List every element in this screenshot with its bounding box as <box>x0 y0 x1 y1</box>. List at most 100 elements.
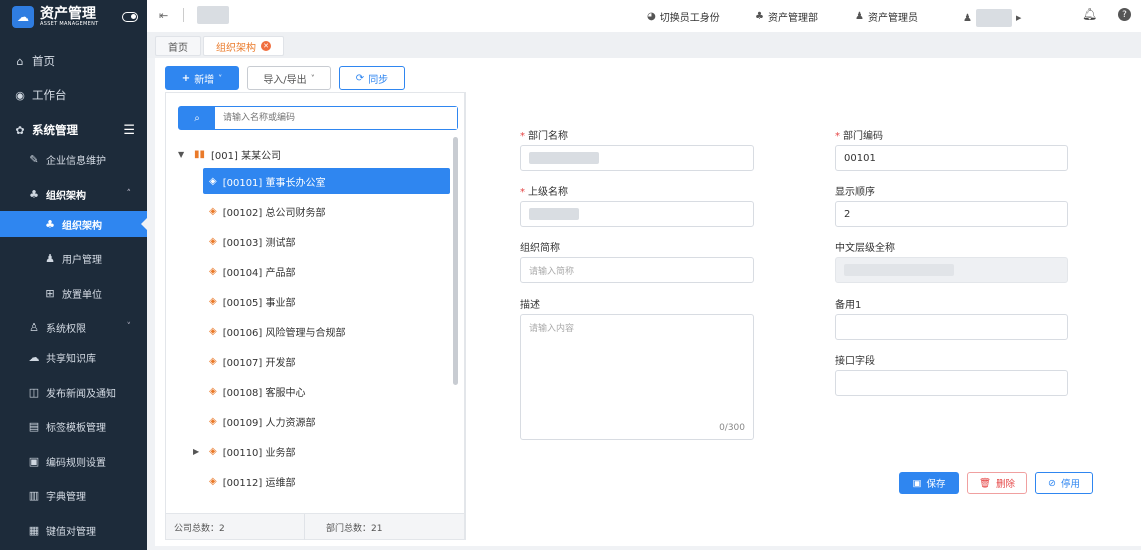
tab-home[interactable]: 首页 <box>155 36 201 56</box>
dict-icon: ▥ <box>28 488 40 502</box>
gear-icon: ✿ <box>15 123 25 137</box>
sidebar-item-code-rules[interactable]: ▣ 编码规则设置 <box>0 448 147 474</box>
layers-icon: ◈ <box>209 235 217 247</box>
chevron-down-icon: ˅ <box>218 73 223 83</box>
disable-button[interactable]: ⊘ 停用 <box>1035 472 1093 494</box>
top-header: ⇤ ◕ 切换员工身份 ♣ 资产管理部 ♟ 资产管理员 ♟ ▶ 🔔︎ ? <box>147 0 1141 32</box>
tree-node[interactable]: ◈ [00106] 风险管理与合规部 <box>166 318 462 344</box>
layers-icon: ◈ <box>209 415 217 427</box>
caret-right-icon: ▶ <box>1015 14 1022 22</box>
code-icon: ▣ <box>28 454 40 468</box>
desc-label: 描述 <box>520 300 540 311</box>
avatar-icon: ♟ <box>963 12 972 24</box>
sync-button[interactable]: ⟳ 同步 <box>339 66 405 90</box>
sidebar-item-units[interactable]: ⊞ 放置单位 <box>0 280 147 306</box>
sidebar-item-users[interactable]: ♟ 用户管理 <box>0 245 147 271</box>
divider <box>465 92 466 540</box>
fullname-label: 中文层级全称 <box>835 243 895 254</box>
swap-icon: ◕ <box>647 11 656 22</box>
collapse-menu-icon[interactable]: ⇤ <box>159 9 168 22</box>
company-count: 公司总数：2 <box>174 524 225 534</box>
dept-name-field[interactable] <box>520 145 754 171</box>
tree-node[interactable]: ◈ [00101] 董事长办公室 <box>166 168 462 194</box>
layers-icon: ◈ <box>209 205 217 217</box>
tree-search: ⌕ <box>178 106 458 130</box>
tab-org[interactable]: 组织架构 ✕ <box>203 36 284 56</box>
fullname-field <box>835 257 1068 283</box>
sidebar-item-knowledge[interactable]: ☁ 共享知识库 <box>0 344 147 370</box>
close-icon[interactable]: ✕ <box>261 41 271 51</box>
unit-icon: ⊞ <box>45 286 55 300</box>
news-icon: ◫ <box>28 385 40 399</box>
sidebar-item-dictionary[interactable]: ▥ 字典管理 <box>0 482 147 508</box>
delete-button[interactable]: 🗑︎ 删除 <box>967 472 1027 494</box>
user-menu[interactable]: ♟ ▶ <box>963 9 1021 27</box>
switch-identity-button[interactable]: ◕ 切换员工身份 <box>647 9 720 24</box>
spare-field[interactable] <box>835 314 1068 340</box>
tree-node[interactable]: ◈ [00103] 测试部 <box>166 228 462 254</box>
plus-icon: + <box>181 72 191 84</box>
theme-toggle[interactable] <box>122 12 138 22</box>
import-export-button[interactable]: 导入/导出 ˅ <box>247 66 331 90</box>
sidebar-item-system[interactable]: ✿ 系统管理 ☰ <box>0 117 147 143</box>
layers-icon: ◈ <box>209 385 217 397</box>
app-title: 资产管理 <box>40 6 96 22</box>
tree-node[interactable]: ◈ [00112] 运维部 <box>166 468 462 494</box>
desc-textarea[interactable]: 请输入内容 0/300 <box>520 314 754 440</box>
tree-node[interactable]: ◈ [00108] 客服中心 <box>166 378 462 404</box>
sidebar-item-company-info[interactable]: ✎ 企业信息维护 <box>0 146 147 172</box>
dept-count: 部门总数：21 <box>326 524 383 534</box>
dept-icon: ♣ <box>755 11 764 22</box>
blurred-value <box>529 152 599 164</box>
dept-name-label: * 部门名称 <box>520 131 568 142</box>
tree-root[interactable]: ▼ ▮▮ [001] 某某公司 <box>166 141 462 167</box>
sidebar-item-permissions[interactable]: ♙ 系统权限 ˅ <box>0 314 147 340</box>
parent-name-label: * 上级名称 <box>520 187 568 198</box>
add-button[interactable]: + 新增 ˅ <box>165 66 239 90</box>
edit-icon: ✎ <box>29 152 39 166</box>
blurred-value <box>844 264 954 276</box>
parent-name-field[interactable] <box>520 201 754 227</box>
abbr-field[interactable]: 请输入简称 <box>520 257 754 283</box>
tree-node[interactable]: ▶ ◈ [00110] 业务部 <box>166 438 462 464</box>
cloud-icon: ☁ <box>28 350 40 364</box>
tree-footer: 公司总数：2 部门总数：21 <box>166 513 464 540</box>
layers-icon: ◈ <box>209 265 217 277</box>
caret-down-icon[interactable]: ▼ <box>178 150 184 159</box>
tree-node[interactable]: ◈ [00107] 开发部 <box>166 348 462 374</box>
layers-icon: ◈ <box>209 295 217 307</box>
blurred-username <box>975 9 1012 27</box>
tree-node[interactable]: ◈ [00104] 产品部 <box>166 258 462 284</box>
dept-indicator[interactable]: ♣ 资产管理部 <box>755 9 818 24</box>
menu-list-icon[interactable]: ☰ <box>123 123 135 138</box>
sidebar-item-org[interactable]: ♣ 组织架构 <box>0 211 147 237</box>
api-field[interactable] <box>835 370 1068 396</box>
char-counter: 0/300 <box>719 423 745 433</box>
tree-node[interactable]: ◈ [00102] 总公司财务部 <box>166 198 462 224</box>
sidebar-item-label-template[interactable]: ▤ 标签模板管理 <box>0 413 147 439</box>
kv-icon: ▦ <box>28 523 40 537</box>
layers-icon: ◈ <box>209 475 217 487</box>
sidebar-item-workbench[interactable]: ◉ 工作台 <box>0 82 147 108</box>
help-icon[interactable]: ? <box>1118 8 1131 21</box>
display-order-field[interactable]: 2 <box>835 201 1068 227</box>
display-order-label: 显示顺序 <box>835 187 875 198</box>
chevron-down-icon: ˅ <box>126 322 132 332</box>
search-icon[interactable]: ⌕ <box>179 107 215 129</box>
sidebar-item-home[interactable]: ⌂ 首页 <box>0 48 147 74</box>
dept-code-field[interactable]: 00101 <box>835 145 1068 171</box>
bell-icon[interactable]: 🔔︎ <box>1082 7 1097 21</box>
caret-right-icon[interactable]: ▶ <box>193 447 199 456</box>
sidebar-item-org-group[interactable]: ♣ 组织架构 ˄ <box>0 181 147 207</box>
sidebar-item-kv[interactable]: ▦ 键值对管理 <box>0 517 147 543</box>
tree-node[interactable]: ◈ [00105] 事业部 <box>166 288 462 314</box>
spare-label: 备用1 <box>835 300 862 311</box>
tree-node[interactable]: ◈ [00109] 人力资源部 <box>166 408 462 434</box>
save-button[interactable]: ▣ 保存 <box>899 472 959 494</box>
tree-scrollbar[interactable] <box>453 137 458 385</box>
api-field-label: 接口字段 <box>835 356 875 367</box>
template-icon: ▤ <box>28 419 40 433</box>
search-input[interactable] <box>215 107 457 129</box>
role-indicator[interactable]: ♟ 资产管理员 <box>855 9 918 24</box>
sidebar-item-news[interactable]: ◫ 发布新闻及通知 <box>0 379 147 405</box>
